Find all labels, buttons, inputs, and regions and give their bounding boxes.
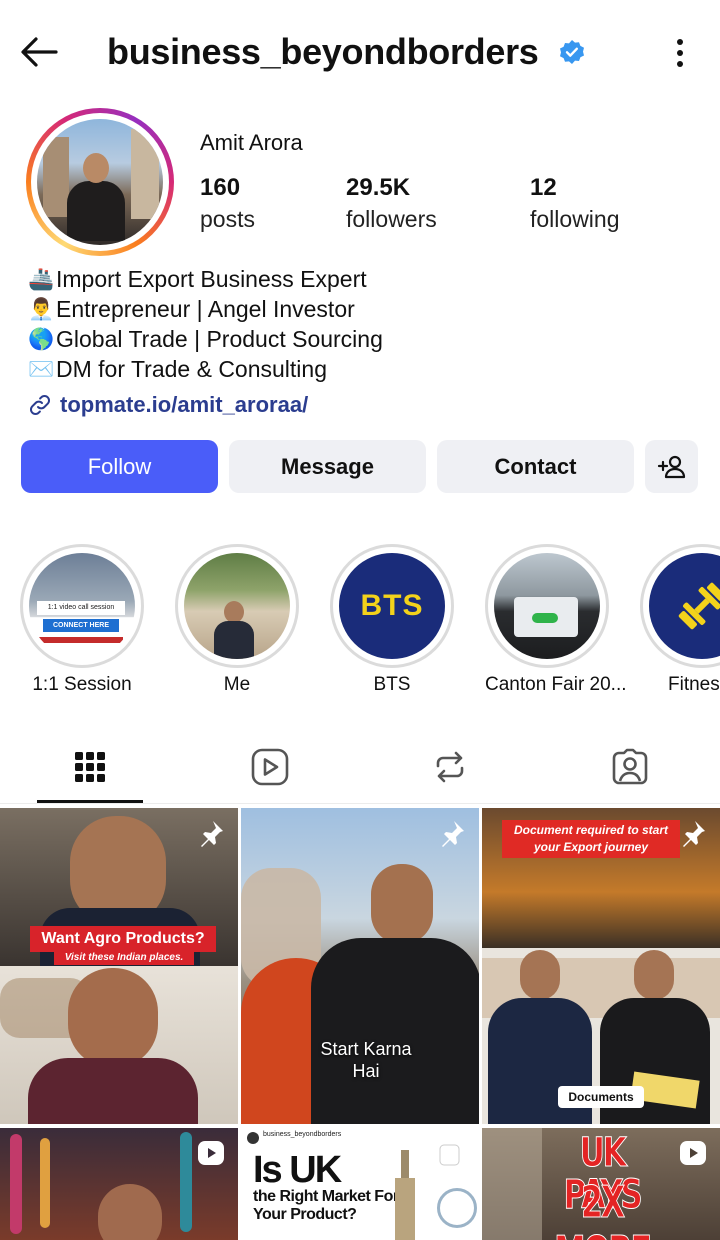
highlight-cover (649, 553, 720, 659)
bio-text: Global Trade | Product Sourcing (56, 326, 383, 352)
stat-followers-value: 29.5K (346, 174, 411, 201)
tab-grid[interactable] (0, 730, 180, 804)
envelope-emoji: ✉️ (28, 357, 55, 381)
post-caption-sub: Visit these Indian places. (54, 951, 194, 965)
reel-icon (198, 1141, 224, 1165)
follow-button[interactable]: Follow (21, 440, 218, 493)
tab-reels[interactable] (180, 730, 360, 804)
top-bar: business_beyondborders (0, 0, 720, 104)
stat-posts-value: 160 (200, 174, 241, 201)
globe-emoji: 🌎 (28, 327, 55, 351)
add-user-button[interactable] (645, 440, 698, 493)
post-caption: Start Karna (320, 1039, 412, 1059)
display-name: Amit Arora (200, 130, 303, 155)
stat-followers-label: followers (346, 206, 437, 232)
contact-button[interactable]: Contact (437, 440, 634, 493)
highlight-label: Canton Fair 20... (485, 674, 627, 695)
highlight-cover: BTS (339, 553, 445, 659)
highlight-overlay-cta: CONNECT HERE (43, 619, 119, 632)
post-tile[interactable] (0, 1128, 238, 1240)
ship-emoji: 🚢 (28, 267, 55, 291)
highlight-me[interactable]: Me (175, 544, 299, 698)
post-tile[interactable]: Document required to start your Export j… (482, 808, 720, 1124)
post-tile[interactable]: UK PAYS 2X MORE (482, 1128, 720, 1240)
highlight-canton-fair[interactable]: Canton Fair 20... (485, 544, 627, 698)
highlight-cover: 1:1 video call session CONNECT HERE (29, 553, 135, 659)
avatar-photo (37, 119, 163, 245)
post-mini-header: business_beyondborders (263, 1131, 342, 1138)
highlight-1-1-session[interactable]: 1:1 video call session CONNECT HERE 1:1 … (20, 544, 144, 698)
arrow-left-icon[interactable] (18, 30, 62, 74)
profile-bio: 🚢 Import Export Business Expert 👨‍💼 Entrep… (28, 264, 383, 384)
add-user-icon (657, 455, 685, 478)
reel-icon (680, 1141, 706, 1165)
repost-icon (436, 751, 464, 783)
post-headline-text: Is UK (253, 1149, 342, 1191)
more-vertical-icon[interactable] (664, 34, 696, 74)
highlight-label: BTS (373, 674, 411, 695)
divider (0, 803, 720, 804)
bts-logo: BTS (360, 589, 424, 622)
highlight-bts[interactable]: BTS BTS (330, 544, 454, 698)
post-tile[interactable]: business_beyondborders Is UK the Right M… (241, 1128, 479, 1240)
pin-icon (201, 821, 223, 847)
bio-line: 👨‍💼 Entrepreneur | Angel Investor (28, 294, 383, 324)
post-subheadline: the Right Market For Your Product? (253, 1188, 399, 1223)
bio-line: 🌎 Global Trade | Product Sourcing (28, 324, 383, 354)
highlight-overlay-text: 1:1 video call session (37, 601, 125, 615)
bio-link[interactable]: topmate.io/amit_aroraa/ (28, 390, 308, 420)
tab-reposts[interactable] (360, 730, 540, 804)
tagged-user-icon (612, 748, 648, 785)
bio-link-text: topmate.io/amit_aroraa/ (60, 392, 309, 417)
highlight-cover (184, 553, 290, 659)
bio-text: DM for Trade & Consulting (56, 356, 328, 382)
highlight-label: Me (223, 674, 251, 695)
bio-line: 🚢 Import Export Business Expert (28, 264, 383, 294)
highlight-label: 1:1 Session (32, 674, 132, 695)
dumbbell-icon (678, 582, 720, 630)
post-caption: Want Agro Products? (30, 926, 216, 952)
stat-following[interactable]: 12 following (530, 172, 620, 234)
pin-icon (683, 821, 705, 847)
tab-tagged[interactable] (540, 730, 720, 804)
post-headline: Is UK (253, 1149, 342, 1191)
profile-username: business_beyondborders (107, 31, 539, 72)
stat-posts[interactable]: 160 posts (200, 172, 255, 234)
grid-icon (75, 752, 105, 782)
highlight-fitness[interactable]: Fitnes (640, 544, 720, 698)
message-button[interactable]: Message (229, 440, 426, 493)
bio-line: ✉️ DM for Trade & Consulting (28, 354, 383, 384)
stat-followers[interactable]: 29.5K followers (346, 172, 437, 234)
highlight-label: Fitnes (668, 674, 720, 695)
stat-following-label: following (530, 206, 620, 232)
reels-icon (251, 748, 289, 786)
businessman-emoji: 👨‍💼 (28, 297, 55, 321)
post-tile[interactable]: Want Agro Products? Visit these Indian p… (0, 808, 238, 1124)
verified-badge-icon (559, 39, 585, 65)
carousel-icon (439, 1139, 466, 1166)
profile-avatar[interactable] (26, 108, 174, 256)
stat-following-value: 12 (530, 174, 557, 201)
post-caption-sub: Hai (352, 1061, 380, 1081)
post-caption-sub: Documents (558, 1086, 644, 1108)
post-caption: Document required to start your Export j… (502, 820, 680, 858)
bio-text: Entrepreneur | Angel Investor (56, 296, 355, 322)
highlight-cover (494, 553, 600, 659)
bio-text: Import Export Business Expert (56, 266, 367, 292)
stat-posts-label: posts (200, 206, 255, 232)
post-tile[interactable]: Start Karna Hai (241, 808, 479, 1124)
link-icon (29, 394, 51, 416)
post-subheadline: 2X MORE (554, 1177, 653, 1240)
profile-tabs (0, 730, 720, 804)
pin-icon (442, 821, 464, 847)
